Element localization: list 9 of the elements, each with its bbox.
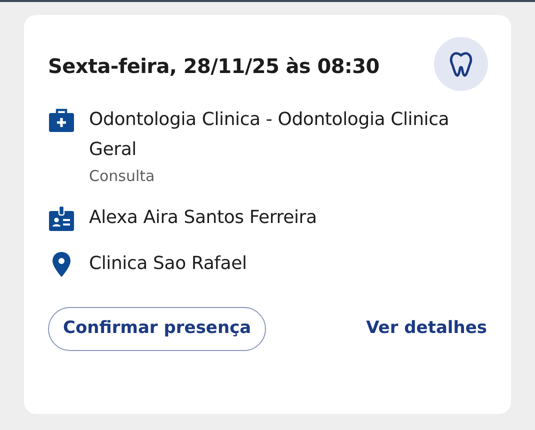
location-text: Clinica Sao Rafael — [89, 252, 247, 276]
patient-text: Alexa Aira Santos Ferreira — [89, 206, 317, 230]
appointment-type-text: Consulta — [89, 166, 156, 187]
medical-kit-icon — [48, 107, 75, 134]
id-badge-icon — [48, 205, 75, 232]
appointment-date-title: Sexta-feira, 28/11/25 às 08:30 — [48, 53, 380, 80]
details-link[interactable]: Ver detalhes — [366, 308, 487, 350]
specialty-text: Odontologia Clinica - Odontologia Clinica Geral — [89, 108, 450, 162]
confirm-button[interactable]: Confirmar presença — [48, 307, 266, 350]
